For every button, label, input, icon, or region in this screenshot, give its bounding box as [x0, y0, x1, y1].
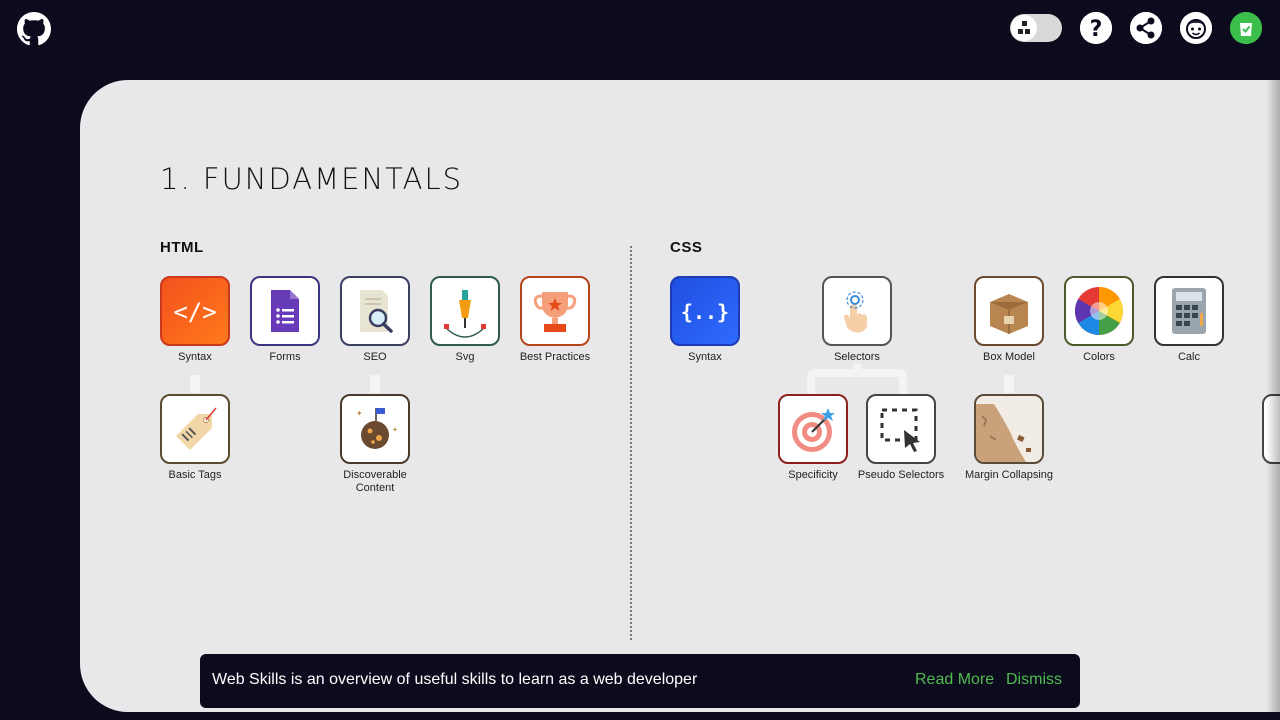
skill-svg[interactable]: Svg: [430, 276, 500, 364]
collection-icon[interactable]: [1230, 12, 1262, 44]
svg-text:✦: ✦: [356, 409, 363, 418]
skills-panel: 1. FUNDAMENTALS HTML CSS </> Syntax Form…: [80, 80, 1280, 712]
skill-discoverable-content[interactable]: ✦ ✦ Discoverable Content: [340, 394, 410, 495]
svg-text:{..}: {..}: [681, 300, 729, 324]
skill-label: Calc: [1177, 351, 1200, 363]
network-icon: [1011, 15, 1037, 41]
skill-label: Syntax: [688, 351, 722, 363]
target-icon: [778, 394, 848, 464]
avatar-icon[interactable]: [1180, 12, 1212, 44]
html-group-title: HTML: [160, 239, 204, 256]
trophy-icon: [520, 276, 590, 346]
help-icon[interactable]: ?: [1080, 12, 1112, 44]
skill-box-model[interactable]: Box Model: [974, 276, 1044, 364]
section-title: 1. FUNDAMENTALS: [160, 162, 464, 196]
skill-label: Selectors: [834, 351, 880, 363]
skill-label: Svg: [455, 351, 475, 363]
css-group-title: CSS: [670, 239, 703, 256]
connector-seo-discoverable: [370, 375, 380, 393]
share-icon[interactable]: [1130, 12, 1162, 44]
connector-box-model-margin: [1004, 375, 1014, 393]
skill-colors[interactable]: Colors: [1064, 276, 1134, 364]
planet-flag-icon: ✦ ✦: [340, 394, 410, 464]
calculator-icon: [1154, 276, 1224, 346]
skill-label: Forms: [269, 351, 301, 363]
form-document-icon: [250, 276, 320, 346]
skill-pseudo-selectors[interactable]: Pseudo Selectors: [858, 394, 944, 482]
landslide-icon: [974, 394, 1044, 464]
selection-cursor-icon: [866, 394, 936, 464]
skill-label: Box Model: [983, 351, 1035, 363]
skill-specificity[interactable]: Specificity: [778, 394, 848, 482]
group-divider: [630, 246, 632, 640]
toast-message: Web Skills is an overview of useful skil…: [212, 671, 698, 688]
skill-label: Margin Collapsing: [964, 469, 1054, 481]
skill-forms[interactable]: Forms: [250, 276, 320, 364]
pen-tool-icon: [430, 276, 500, 346]
skill-seo[interactable]: SEO: [340, 276, 410, 364]
read-more-link[interactable]: Read More: [915, 671, 994, 689]
skill-html-syntax[interactable]: </> Syntax: [160, 276, 230, 364]
color-wheel-icon: [1064, 276, 1134, 346]
code-brackets-icon: </>: [160, 276, 230, 346]
cardboard-box-icon: [974, 276, 1044, 346]
tap-finger-icon: [822, 276, 892, 346]
skill-basic-tags[interactable]: Basic Tags: [160, 394, 230, 482]
price-tag-icon: [160, 394, 230, 464]
dismiss-button[interactable]: Dismiss: [1006, 671, 1062, 689]
skill-label: Basic Tags: [168, 469, 222, 481]
skill-label: Syntax: [178, 351, 212, 363]
skill-best-practices[interactable]: Best Practices: [520, 276, 590, 364]
skill-label: SEO: [363, 351, 387, 363]
skill-css-syntax[interactable]: {..} Syntax: [670, 276, 740, 364]
github-icon[interactable]: [17, 12, 51, 46]
intro-toast: Web Skills is an overview of useful skil…: [200, 654, 1080, 708]
top-bar: ?: [0, 0, 1280, 60]
skill-selectors[interactable]: Selectors: [822, 276, 892, 364]
theme-toggle[interactable]: [1010, 14, 1062, 42]
search-document-icon: [340, 276, 410, 346]
skill-label: Specificity: [788, 469, 838, 481]
skill-calc[interactable]: Calc: [1154, 276, 1224, 364]
svg-text:✦: ✦: [392, 426, 398, 434]
svg-text:</>: </>: [173, 298, 216, 326]
connector-selectors-children: [807, 364, 907, 394]
skill-label: Pseudo Selectors: [857, 469, 945, 481]
connector-syntax-basic-tags: [190, 375, 200, 393]
skill-label: Best Practices: [519, 351, 591, 363]
svg-text:?: ?: [1090, 17, 1103, 42]
panel-edge-shadow: [1266, 80, 1280, 712]
curly-braces-icon: {..}: [670, 276, 740, 346]
skill-margin-collapsing[interactable]: Margin Collapsing: [965, 394, 1053, 482]
skill-label: Colors: [1083, 351, 1115, 363]
skill-label: Discoverable Content: [343, 469, 407, 494]
